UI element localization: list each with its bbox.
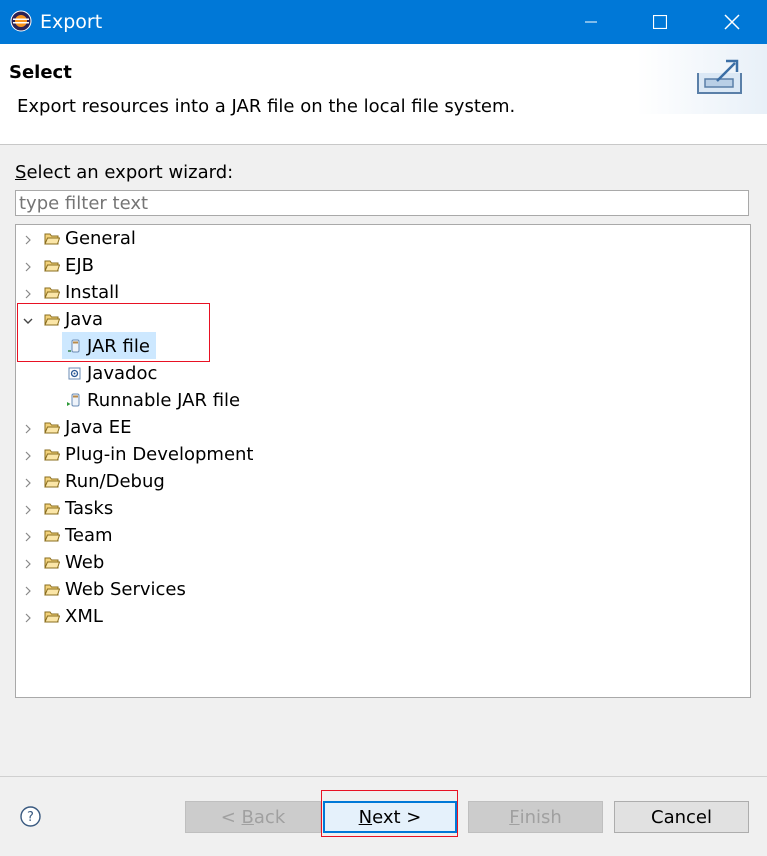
- folder-icon: [44, 476, 60, 488]
- folder-icon: [44, 611, 60, 623]
- chevron-right-icon[interactable]: [22, 612, 34, 624]
- runnable-jar-icon: [67, 393, 80, 407]
- tree-item-label: EJB: [65, 255, 95, 276]
- svg-text:?: ?: [27, 810, 34, 825]
- folder-icon: [44, 233, 60, 245]
- page-description: Export resources into a JAR file on the …: [17, 96, 516, 117]
- tree-item-label: Install: [65, 282, 120, 303]
- maximize-button[interactable]: [625, 0, 695, 44]
- filter-input[interactable]: [15, 190, 749, 216]
- tree-item-label: Runnable JAR file: [87, 390, 241, 411]
- window-title: Export: [40, 11, 103, 33]
- folder-icon: [44, 503, 60, 515]
- chevron-right-icon[interactable]: [22, 504, 34, 516]
- folder-icon: [44, 260, 60, 272]
- tree-item-label: Web: [65, 552, 105, 573]
- tree-item-label: Java EE: [65, 417, 132, 438]
- tree-item-label: Javadoc: [87, 363, 158, 384]
- title-bar: Export: [0, 0, 767, 44]
- cancel-button[interactable]: Cancel: [614, 801, 749, 833]
- folder-icon: [44, 287, 60, 299]
- chevron-right-icon[interactable]: [22, 477, 34, 489]
- finish-button[interactable]: Finish: [468, 801, 603, 833]
- wizard-list-label: Select an export wizard:: [15, 162, 234, 183]
- chevron-right-icon[interactable]: [22, 585, 34, 597]
- chevron-right-icon[interactable]: [22, 558, 34, 570]
- chevron-right-icon[interactable]: [22, 531, 34, 543]
- annotation-box-next: [321, 790, 458, 837]
- javadoc-icon: [68, 367, 81, 380]
- chevron-right-icon[interactable]: [22, 423, 34, 435]
- tree-item-label: Run/Debug: [65, 471, 165, 492]
- minimize-icon: [585, 21, 597, 23]
- tree-item-label: Plug-in Development: [65, 444, 254, 465]
- close-button[interactable]: [697, 0, 767, 44]
- annotation-box-java: [17, 303, 210, 362]
- tree-item-label: General: [65, 228, 136, 249]
- folder-icon: [44, 422, 60, 434]
- folder-icon: [44, 584, 60, 596]
- chevron-right-icon[interactable]: [22, 450, 34, 462]
- wizard-header: Select Export resources into a JAR file …: [0, 44, 767, 145]
- folder-icon: [44, 530, 60, 542]
- tree-item-label: XML: [65, 606, 103, 627]
- export-wizard-icon: [697, 59, 742, 94]
- tree-item-label: Tasks: [65, 498, 114, 519]
- close-icon: [724, 14, 740, 30]
- minimize-button[interactable]: [556, 0, 626, 44]
- tree-item-label: Team: [65, 525, 113, 546]
- button-bar-separator: [0, 776, 767, 777]
- tree-item-label: Web Services: [65, 579, 186, 600]
- back-button[interactable]: < Back: [185, 801, 321, 833]
- chevron-right-icon[interactable]: [22, 261, 34, 273]
- folder-icon: [44, 449, 60, 461]
- eclipse-app-icon: [10, 10, 32, 32]
- maximize-icon: [653, 15, 667, 29]
- chevron-right-icon[interactable]: [22, 234, 34, 246]
- folder-icon: [44, 557, 60, 569]
- help-icon[interactable]: ?: [20, 806, 41, 827]
- chevron-right-icon[interactable]: [22, 288, 34, 300]
- page-title: Select: [9, 62, 72, 83]
